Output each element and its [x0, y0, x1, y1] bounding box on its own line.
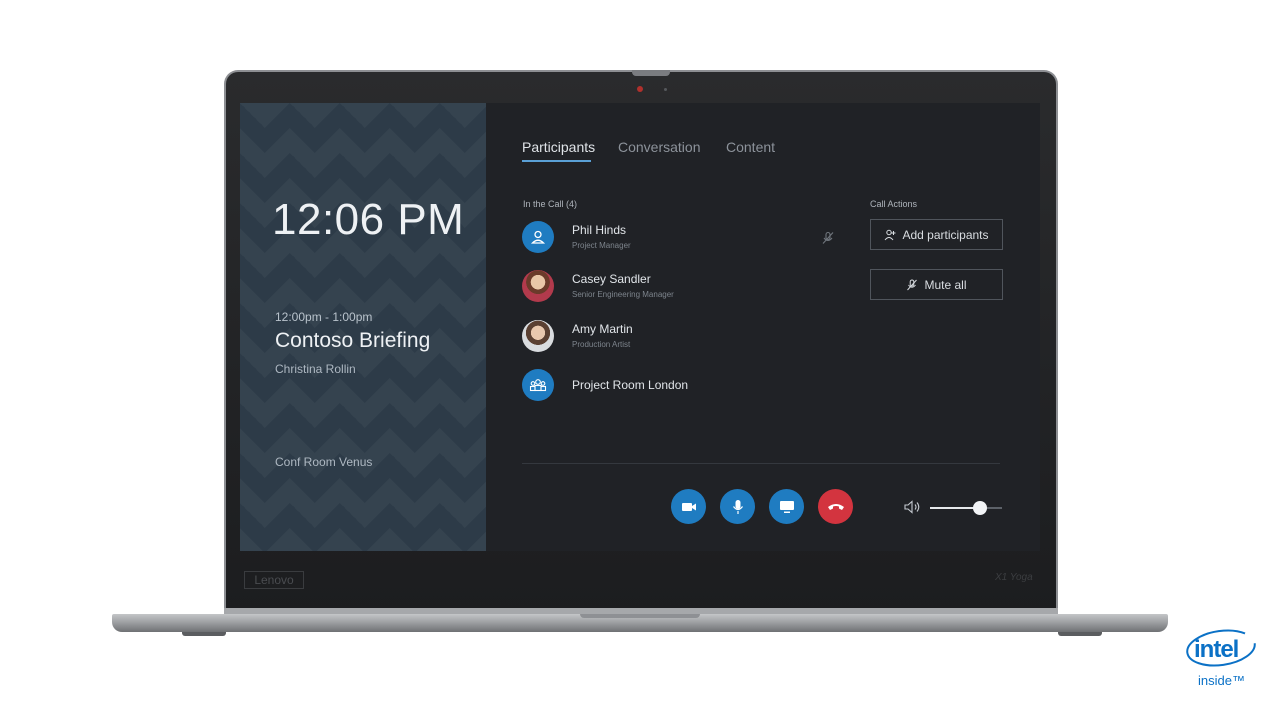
participant-row[interactable]: Phil Hinds Project Manager [522, 221, 822, 257]
add-participants-label: Add participants [902, 227, 989, 242]
mute-icon [907, 279, 918, 290]
participant-row[interactable]: Casey Sandler Senior Engineering Manager [522, 270, 822, 306]
meeting-panel: 12:06 PM 12:00pm - 1:00pm Contoso Briefi… [240, 103, 486, 551]
muted-mic-icon[interactable] [821, 231, 835, 250]
participant-role: Project Manager [572, 241, 631, 250]
participant-role: Production Artist [572, 340, 631, 349]
add-person-icon [885, 229, 896, 240]
person-icon [522, 221, 554, 253]
participant-name: Project Room London [572, 378, 689, 392]
meeting-time: 12:00pm - 1:00pm [275, 310, 373, 324]
model-label: X1 Yoga [995, 572, 1033, 583]
tab-participants[interactable]: Participants [522, 139, 595, 155]
call-panel: Participants Conversation Content In the… [486, 103, 1040, 551]
camera-notch [632, 70, 670, 76]
avatar [522, 320, 554, 352]
intel-inside-label: inside™ [1198, 673, 1245, 688]
laptop-foot [1058, 632, 1102, 636]
add-participants-button[interactable]: Add participants [870, 219, 1003, 250]
microphone-button[interactable] [720, 489, 755, 524]
call-actions-header: Call Actions [870, 199, 918, 209]
clock: 12:06 PM [272, 195, 465, 244]
avatar [522, 270, 554, 302]
participant-role: Senior Engineering Manager [572, 290, 674, 299]
hang-up-icon [827, 503, 844, 510]
laptop-foot [182, 632, 226, 636]
base-lip [580, 614, 700, 618]
volume-knob[interactable] [973, 501, 988, 515]
end-call-button[interactable] [818, 489, 853, 524]
participant-name: Phil Hinds [572, 223, 627, 237]
sensor-icon [664, 88, 667, 91]
microphone-icon [732, 499, 743, 514]
webcam-icon [637, 86, 643, 92]
meeting-organizer: Christina Rollin [275, 362, 356, 376]
participant-row[interactable]: Amy Martin Production Artist [522, 320, 822, 356]
tab-content[interactable]: Content [726, 139, 775, 155]
participant-row[interactable]: Project Room London [522, 369, 822, 405]
participants-header: In the Call (4) [523, 199, 578, 209]
participant-name: Casey Sandler [572, 272, 651, 286]
video-button[interactable] [671, 489, 706, 524]
screen-share-icon [779, 500, 794, 513]
lenovo-logo: Lenovo [244, 571, 304, 589]
volume-slider[interactable] [930, 501, 1002, 515]
screen: 12:06 PM 12:00pm - 1:00pm Contoso Briefi… [240, 103, 1040, 551]
divider [522, 463, 1000, 464]
active-tab-indicator [522, 160, 591, 162]
speaker-icon[interactable] [904, 500, 922, 519]
share-screen-button[interactable] [769, 489, 804, 524]
meeting-title: Contoso Briefing [275, 329, 431, 352]
intel-badge: intel inside™ [1184, 626, 1258, 698]
video-camera-icon [681, 502, 696, 511]
intel-wordmark: intel [1194, 636, 1239, 663]
meeting-room: Conf Room Venus [275, 455, 373, 469]
tab-conversation[interactable]: Conversation [618, 139, 701, 155]
mute-all-label: Mute all [924, 277, 967, 292]
group-icon [522, 369, 554, 401]
participant-name: Amy Martin [572, 322, 633, 336]
mute-all-button[interactable]: Mute all [870, 269, 1003, 300]
